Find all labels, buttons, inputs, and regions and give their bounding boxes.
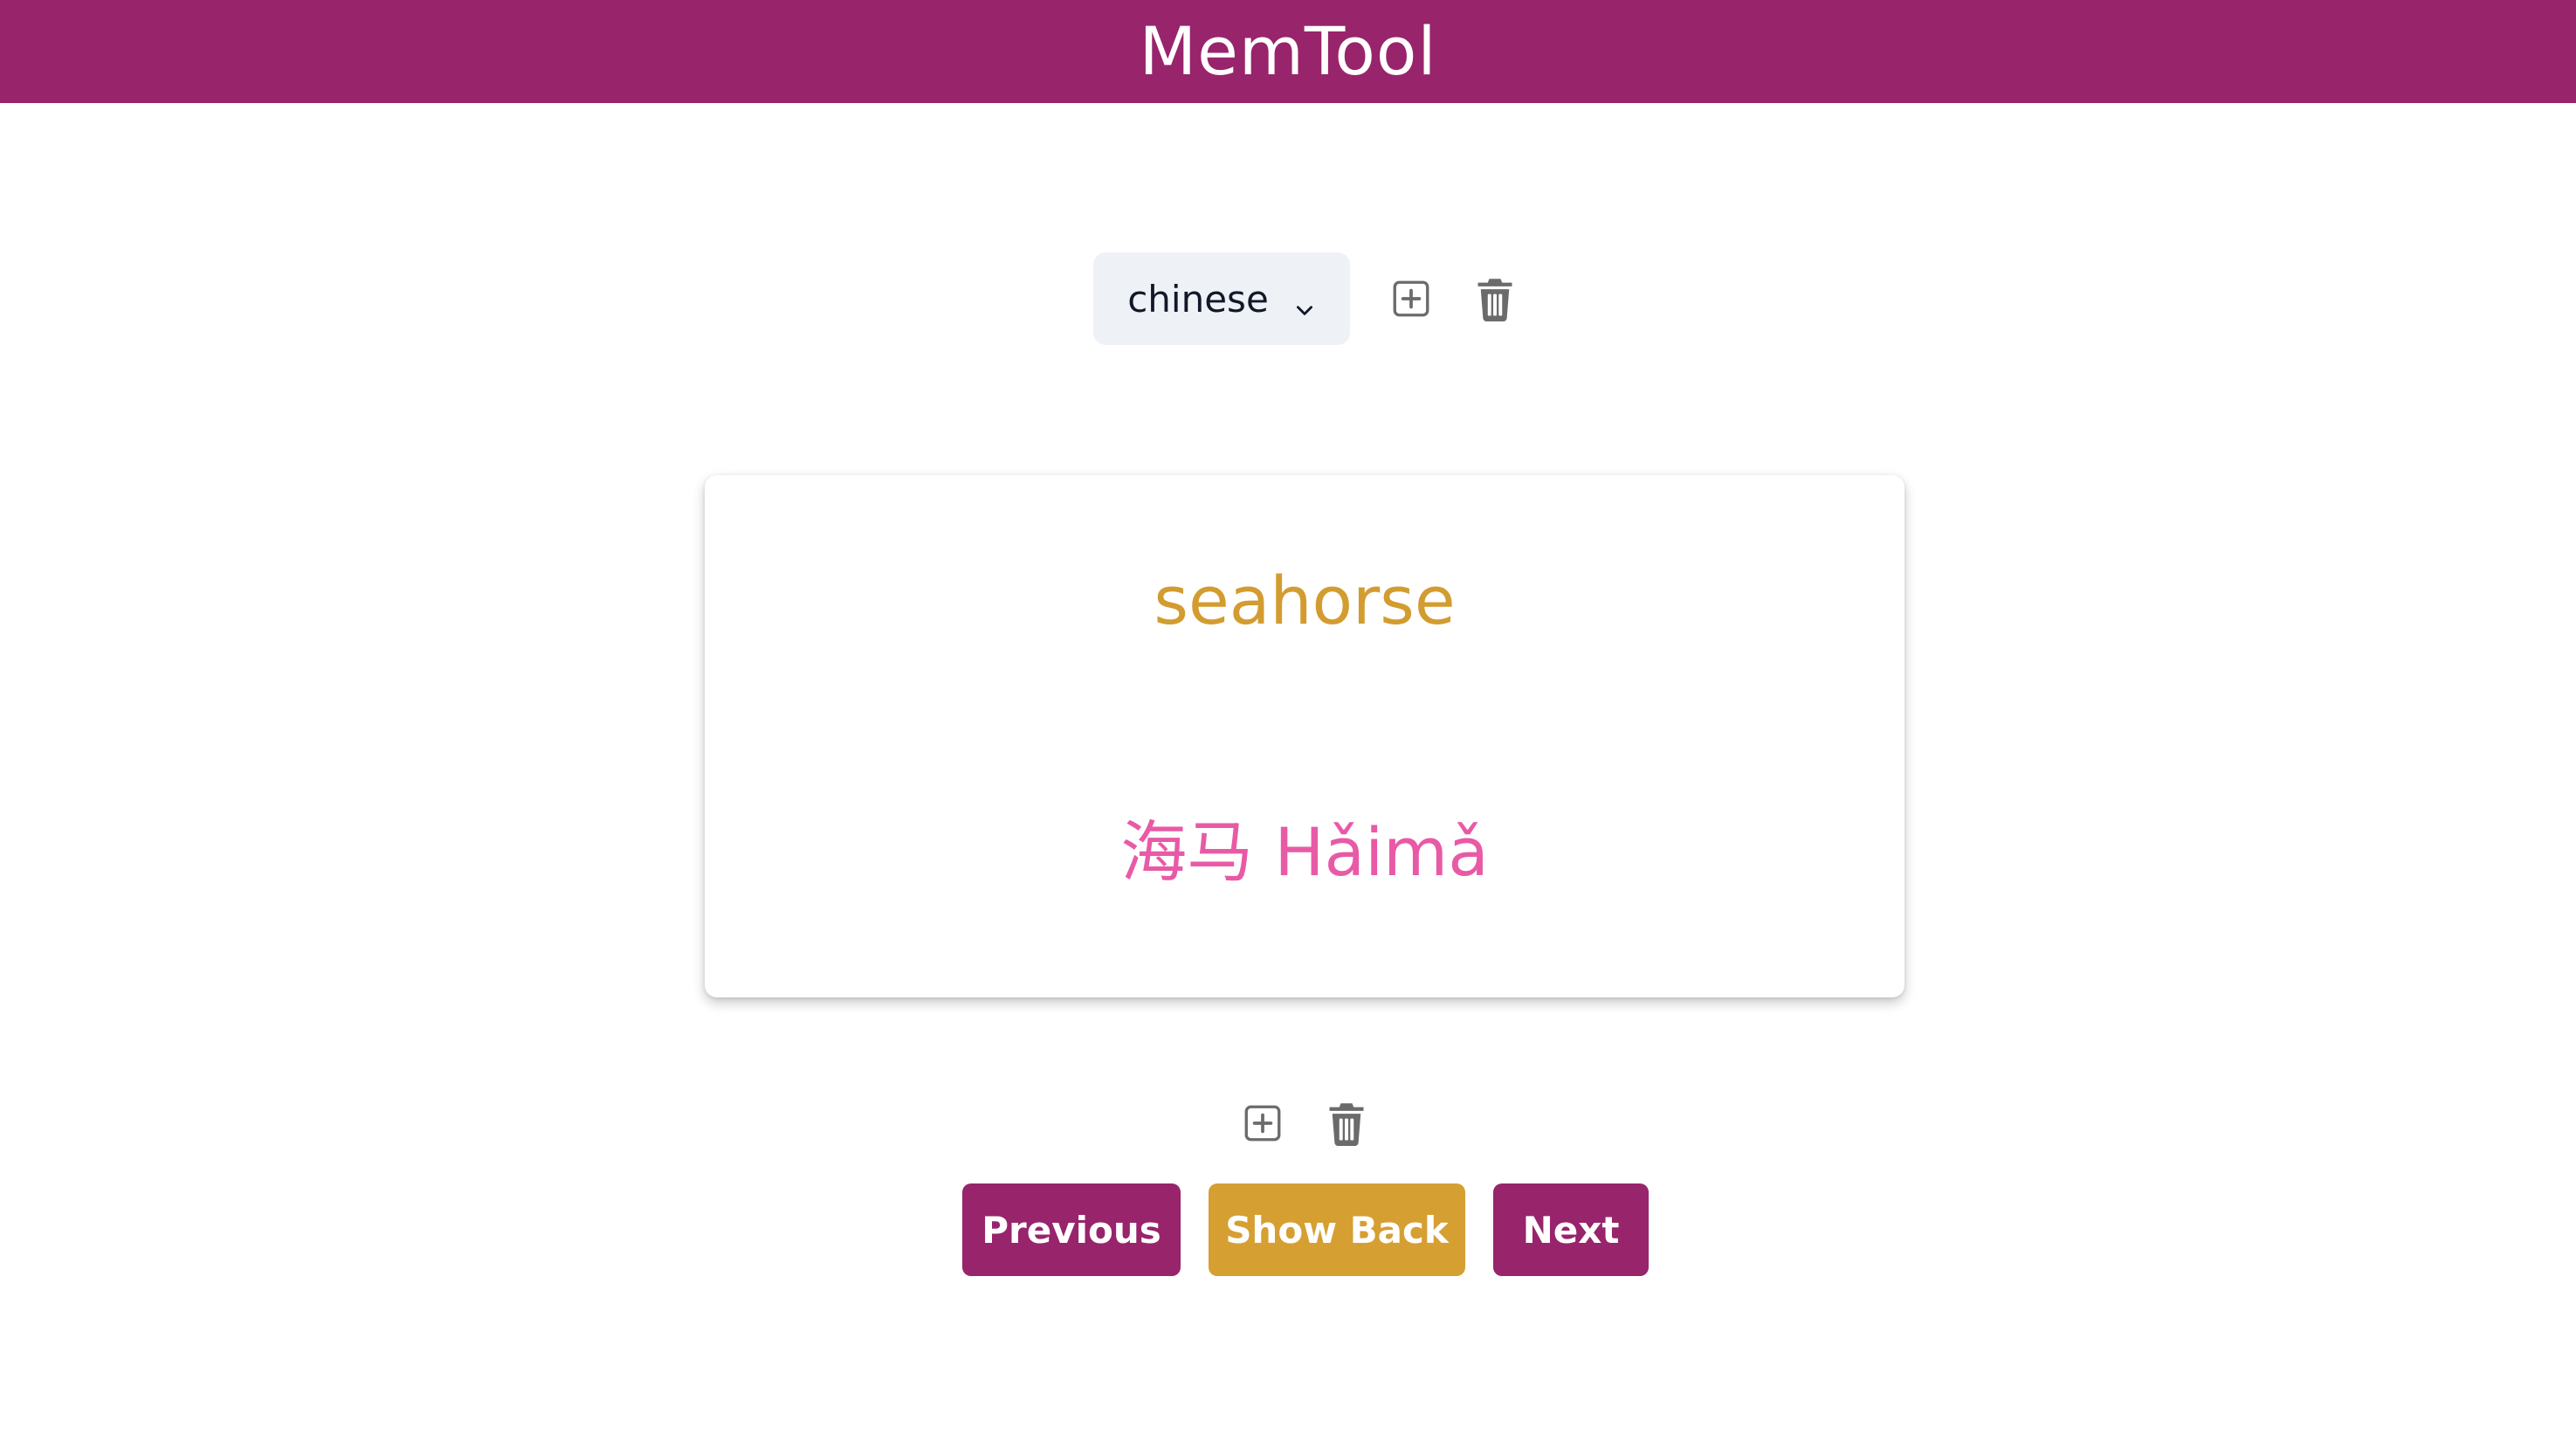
add-card-button[interactable]: [1238, 1099, 1287, 1148]
deck-toolbar: chinese: [1093, 252, 1519, 345]
app-title: MemTool: [1139, 12, 1437, 90]
card-toolbar: [1238, 1099, 1371, 1148]
next-button[interactable]: Next: [1493, 1183, 1649, 1276]
show-back-button[interactable]: Show Back: [1209, 1183, 1465, 1276]
delete-card-button[interactable]: [1322, 1099, 1371, 1148]
trash-icon: [1477, 279, 1512, 321]
card-back-text: 海马 Hǎimǎ: [1120, 813, 1489, 891]
plus-square-icon: [1393, 280, 1429, 317]
card-front-text: seahorse: [1154, 562, 1456, 639]
chevron-down-icon: [1293, 287, 1316, 315]
plus-square-icon: [1244, 1105, 1281, 1142]
card-navigation: Previous Show Back Next: [962, 1183, 1649, 1276]
flashcard: seahorse 海马 Hǎimǎ: [705, 475, 1904, 997]
app-header: MemTool: [0, 0, 2576, 103]
previous-button[interactable]: Previous: [962, 1183, 1181, 1276]
deck-select[interactable]: chinese: [1093, 252, 1350, 345]
deck-select-value: chinese: [1127, 277, 1269, 321]
add-deck-button[interactable]: [1387, 274, 1436, 323]
trash-icon: [1329, 1103, 1364, 1146]
delete-deck-button[interactable]: [1471, 274, 1519, 323]
